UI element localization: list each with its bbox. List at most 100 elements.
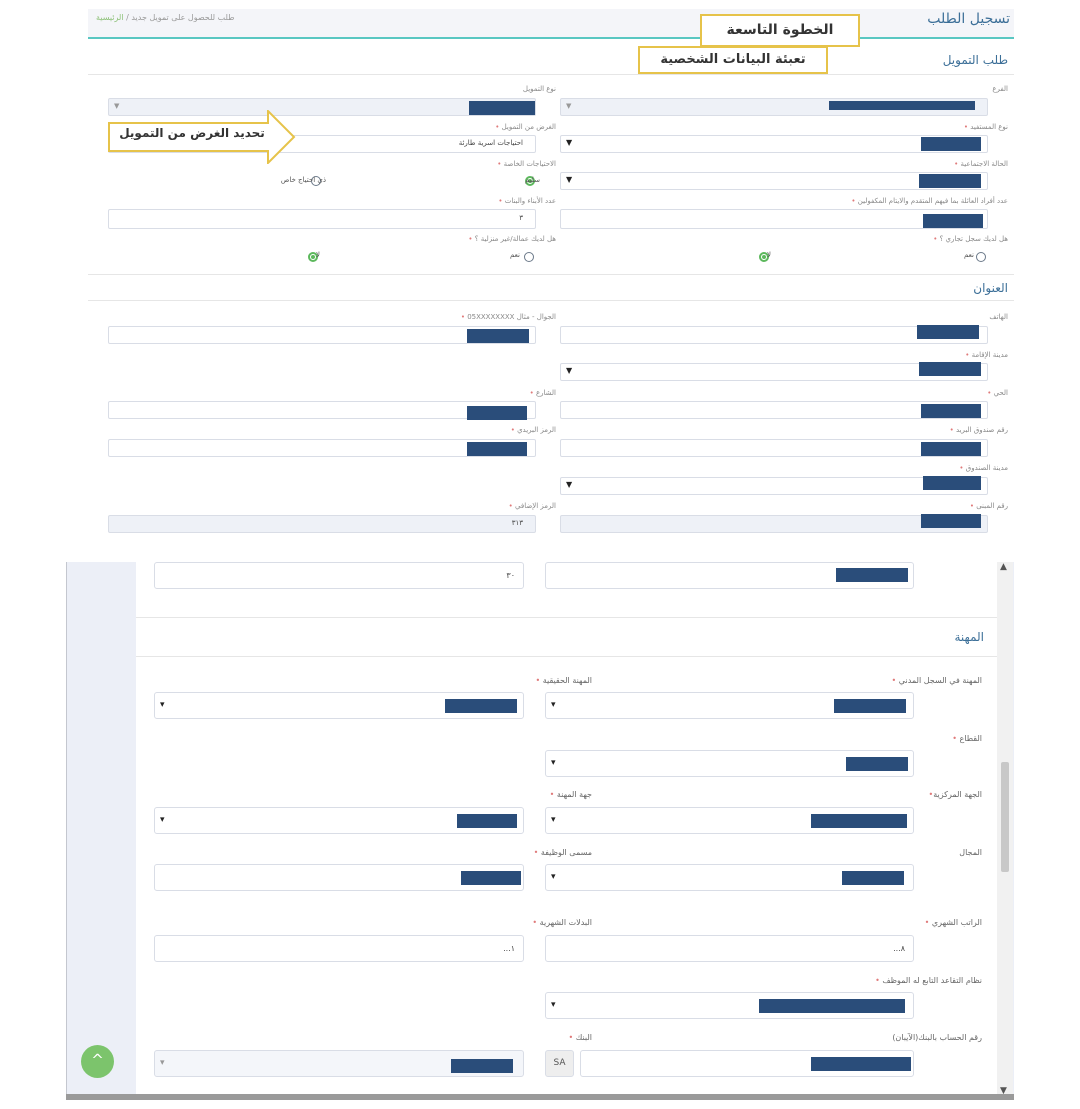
job-title-input[interactable] (154, 864, 524, 891)
redacted-value (461, 871, 521, 885)
scroll-up-arrow-icon[interactable]: ▲ (1000, 562, 1007, 572)
postal-code-label: الرمز البريدي • (510, 426, 556, 434)
chevron-down-icon: ▾ (551, 758, 556, 768)
redacted-value (811, 814, 907, 828)
scrollbar-thumb[interactable] (1001, 762, 1009, 872)
partial-field-left[interactable]: ٣٠ (154, 562, 524, 589)
scroll-to-top-button[interactable]: ^ (81, 1045, 114, 1078)
additional-code-label: الرمز الإضافي • (508, 502, 556, 510)
breadcrumb-home[interactable]: الرئيسية (96, 13, 124, 22)
redacted-value (451, 1059, 513, 1073)
finance-type-label: نوع التمويل (522, 85, 556, 93)
iban-label: رقم الحساب بالبنك(الآيبان) (892, 1033, 982, 1042)
section-title-address: العنوان (973, 281, 1008, 295)
finance-purpose-label: الغرض من التمويل • (495, 123, 556, 131)
actual-profession-label: المهنة الحقيقية • (535, 676, 592, 685)
po-box-input[interactable] (560, 439, 988, 457)
box-city-select[interactable]: ▼ (560, 476, 988, 495)
box-city-label: مدينة الصندوق • (959, 464, 1008, 472)
domestic-workers-label: هل لديك عمالة/غير منزلية ؟ • (468, 235, 556, 243)
chevron-down-icon: ▾ (160, 815, 165, 825)
mobile-input[interactable] (108, 326, 536, 344)
beneficiary-type-select[interactable]: ▼ (560, 135, 988, 153)
redacted-value (469, 101, 535, 115)
vertical-scrollbar[interactable]: ▲ ▼ (997, 562, 1013, 1098)
additional-code-input[interactable]: ٣١٣ (108, 515, 536, 533)
commercial-reg-yes-label: نعم (964, 251, 974, 259)
branch-label: الفرع (992, 85, 1008, 93)
monthly-salary-value: ٨... (893, 944, 905, 953)
actual-profession-select[interactable]: ▾ (154, 692, 524, 719)
redacted-value (467, 442, 527, 456)
breadcrumb: طلب للحصول على تمويل جديد / الرئيسية (96, 13, 234, 22)
page-title: تسجيل الطلب (927, 11, 1010, 27)
redacted-value (829, 101, 975, 110)
redacted-value (919, 362, 981, 376)
central-entity-select[interactable]: ▾ (545, 807, 914, 834)
divider (136, 656, 998, 657)
redacted-value (921, 137, 981, 151)
field-label: المجال (959, 848, 982, 857)
bank-label: البنك • (568, 1033, 593, 1042)
redacted-value (923, 214, 983, 228)
phone-input[interactable] (560, 325, 988, 344)
branch-select[interactable]: ▼ (560, 98, 988, 116)
central-entity-label: الجهة المركزية• (928, 790, 983, 799)
iban-input[interactable] (580, 1050, 914, 1077)
marital-status-select[interactable]: ▼ (560, 172, 988, 190)
section-title-profession: المهنة (954, 630, 984, 644)
redacted-value (811, 1057, 911, 1071)
building-no-input[interactable] (560, 514, 988, 533)
job-title-label: مسمى الوظيفة • (533, 848, 592, 857)
district-input[interactable] (560, 401, 988, 419)
family-members-input[interactable] (560, 209, 988, 229)
field-select[interactable]: ▾ (545, 864, 914, 891)
chevron-down-icon: ▾ (160, 1058, 165, 1068)
beneficiary-type-label: نوع المستفيد • (963, 123, 1008, 131)
breadcrumb-separator: / (126, 13, 129, 22)
annotation-step: الخطوة التاسعة (700, 14, 860, 47)
section-title-finance: طلب التمويل (942, 53, 1008, 67)
top-screenshot-panel: تسجيل الطلب طلب للحصول على تمويل جديد / … (66, 9, 1014, 544)
special-needs-label: الاحتياجات الخاصة • (497, 160, 556, 168)
domestic-workers-no-label: لا (316, 251, 320, 259)
postal-code-input[interactable] (108, 439, 536, 457)
profession-form-card: ٣٠ المهنة المهنة في السجل المدني • ▾ الم… (136, 562, 998, 1098)
marital-status-label: الحالة الاجتماعية • (954, 160, 1008, 168)
domestic-workers-yes-radio[interactable] (524, 252, 534, 262)
partial-field-right[interactable] (545, 562, 914, 589)
monthly-allowances-input[interactable]: ١... (154, 935, 524, 962)
breadcrumb-current[interactable]: طلب للحصول على تمويل جديد (131, 13, 234, 22)
chevron-down-icon: ▾ (551, 872, 556, 882)
residence-city-select[interactable]: ▼ (560, 362, 988, 381)
redacted-value (467, 329, 529, 343)
sector-select[interactable]: ▾ (545, 750, 914, 777)
redacted-value (846, 757, 908, 771)
profession-entity-select[interactable]: ▾ (154, 807, 524, 834)
po-box-label: رقم صندوق البريد • (949, 426, 1008, 434)
monthly-allowances-label: البدلات الشهرية • (532, 918, 592, 927)
retirement-system-select[interactable]: ▾ (545, 992, 914, 1019)
commercial-reg-yes-radio[interactable] (976, 252, 986, 262)
page-header: تسجيل الطلب طلب للحصول على تمويل جديد / … (88, 9, 1014, 39)
redacted-value (836, 568, 908, 582)
children-count-label: عدد الأبناء والبنات • (498, 197, 556, 205)
commercial-reg-no-label: لا (767, 251, 771, 259)
chevron-down-icon: ▼ (566, 480, 573, 489)
children-count-input[interactable]: ٣ (108, 209, 536, 229)
residence-city-label: مدينة الإقامة • (965, 351, 1008, 359)
monthly-salary-input[interactable]: ٨... (545, 935, 914, 962)
civil-profession-select[interactable]: ▾ (545, 692, 914, 719)
retirement-system-label: نظام التقاعد التابع له الموظف • (875, 976, 982, 985)
bank-select[interactable]: ▾ (154, 1050, 524, 1077)
street-input[interactable] (108, 401, 536, 420)
redacted-value (923, 476, 981, 490)
annotation-personal-data: تعبئة البيانات الشخصية (638, 46, 828, 74)
redacted-value (467, 406, 527, 420)
mobile-label: الجوال - مثال 05XXXXXXXX • (460, 313, 556, 321)
chevron-down-icon: ▼ (566, 102, 572, 110)
additional-code-value: ٣١٣ (511, 519, 523, 527)
building-no-label: رقم المبنى • (969, 502, 1008, 510)
redacted-value (921, 404, 981, 418)
redacted-value (834, 699, 906, 713)
